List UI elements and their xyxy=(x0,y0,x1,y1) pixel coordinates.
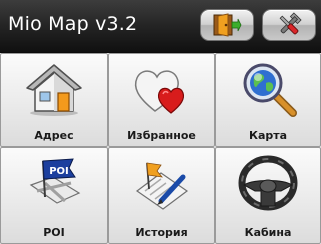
cockpit-label: Кабина xyxy=(244,226,292,239)
tools-icon xyxy=(279,12,302,35)
hearts-icon xyxy=(134,70,184,114)
map-label: Карта xyxy=(248,129,288,142)
map-button[interactable]: Карта xyxy=(215,53,321,147)
poi-button[interactable]: POI POI xyxy=(0,147,108,244)
cockpit-button[interactable]: Кабина xyxy=(215,147,321,244)
settings-button[interactable] xyxy=(262,9,316,41)
globe-magnifier-icon xyxy=(243,63,297,117)
svg-text:POI: POI xyxy=(49,166,69,177)
mio-map-main-menu: Mio Map v3.2 Адрес Избранное Карта POI P… xyxy=(0,0,321,244)
checklist-pen-icon xyxy=(135,162,188,210)
steering-wheel-icon xyxy=(238,155,298,211)
favorites-button[interactable]: Избранное xyxy=(108,53,215,147)
house-icon xyxy=(26,64,82,116)
history-button[interactable]: История xyxy=(108,147,215,244)
exit-button[interactable] xyxy=(200,9,254,41)
address-label: Адрес xyxy=(34,129,74,142)
poi-flag-icon: POI xyxy=(29,158,81,204)
app-title: Mio Map v3.2 xyxy=(8,13,138,35)
main-menu-grid: Адрес Избранное Карта POI POI История Ка… xyxy=(0,53,321,244)
title-bar: Mio Map v3.2 xyxy=(0,0,321,53)
poi-label: POI xyxy=(43,226,65,239)
history-label: История xyxy=(135,226,188,239)
door-exit-icon xyxy=(213,13,242,37)
address-button[interactable]: Адрес xyxy=(0,53,108,147)
favorites-label: Избранное xyxy=(127,129,196,142)
